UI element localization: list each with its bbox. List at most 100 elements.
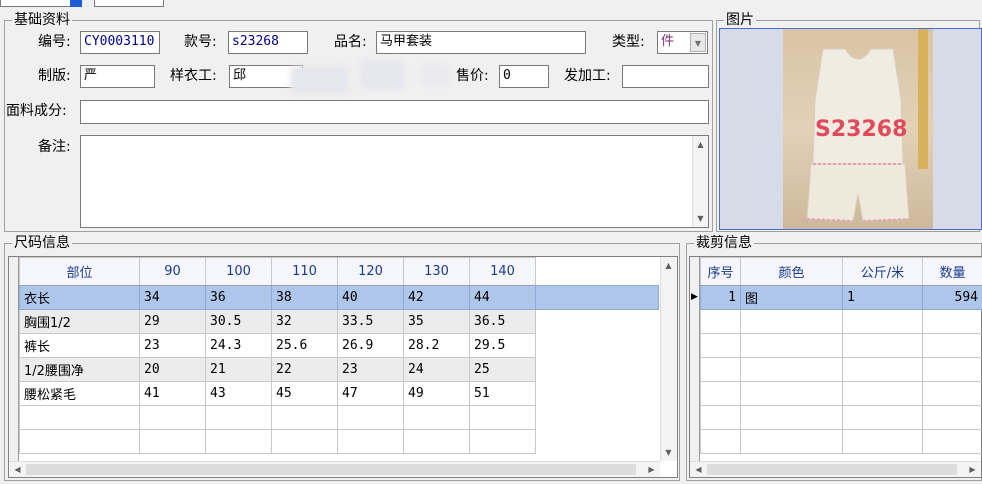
- cell[interactable]: 28.2: [403, 333, 470, 358]
- chevron-down-icon[interactable]: ▼: [690, 33, 706, 52]
- size-scroll-right-icon[interactable]: ▶: [644, 462, 659, 477]
- table-row[interactable]: 胸围1/2 29 30.5 32 33.5 35 36.5: [19, 309, 536, 334]
- cell[interactable]: 47: [337, 381, 404, 406]
- cell[interactable]: 20: [139, 357, 206, 382]
- style-field[interactable]: s23268: [228, 31, 308, 54]
- cell-color[interactable]: 图: [740, 285, 843, 310]
- redacted-area-1: [290, 66, 350, 94]
- sample-worker-label: 样衣工:: [170, 68, 217, 84]
- table-row-empty[interactable]: [700, 333, 982, 358]
- top-tab[interactable]: [94, 0, 164, 7]
- picture-title: 图片: [724, 12, 756, 28]
- cell[interactable]: 40: [337, 285, 404, 310]
- size-scroll-thumb[interactable]: [26, 464, 636, 475]
- size-grid-vscroll[interactable]: [660, 257, 677, 461]
- cell[interactable]: 32: [271, 309, 338, 334]
- cutting-col-kg-per-m[interactable]: 公斤/米: [842, 257, 923, 286]
- table-row-empty[interactable]: [700, 405, 982, 430]
- notes-scroll-up-icon[interactable]: ▲: [693, 137, 708, 152]
- cutting-table: 序号 颜色 公斤/米 数量 1 图 1 594: [700, 257, 982, 454]
- cutting-col-seq[interactable]: 序号: [700, 257, 741, 286]
- size-col-140[interactable]: 140: [469, 257, 536, 286]
- cell[interactable]: 22: [271, 357, 338, 382]
- cell[interactable]: 33.5: [337, 309, 404, 334]
- cell[interactable]: 30.5: [205, 309, 272, 334]
- notes-label: 备注:: [38, 139, 71, 155]
- size-col-100[interactable]: 100: [205, 257, 272, 286]
- cell[interactable]: 41: [139, 381, 206, 406]
- cell[interactable]: 23: [139, 333, 206, 358]
- table-row-empty[interactable]: [700, 309, 982, 334]
- cutting-grid-row-header: [690, 257, 700, 461]
- size-scroll-up-icon[interactable]: ▲: [661, 258, 676, 273]
- size-scroll-left-icon[interactable]: ◀: [10, 462, 25, 477]
- code-label: 编号:: [38, 34, 71, 50]
- cutting-scroll-right-icon[interactable]: ▶: [965, 462, 980, 477]
- price-label: 售价:: [456, 68, 489, 84]
- cell[interactable]: 23: [337, 357, 404, 382]
- cell-qty[interactable]: 594: [922, 285, 982, 310]
- table-row[interactable]: 腰松紧毛 41 43 45 47 49 51: [19, 381, 536, 406]
- notes-scroll-down-icon[interactable]: ▼: [693, 211, 708, 226]
- cell[interactable]: 44: [469, 285, 536, 310]
- top-dropdown-arrow-icon[interactable]: [70, 0, 82, 7]
- cell[interactable]: 21: [205, 357, 272, 382]
- cell[interactable]: 38: [271, 285, 338, 310]
- table-row[interactable]: 1/2腰围净 20 21 22 23 24 25: [19, 357, 536, 382]
- type-value: 件: [661, 34, 675, 49]
- cell[interactable]: 29.5: [469, 333, 536, 358]
- table-row-empty[interactable]: [700, 381, 982, 406]
- pattern-field[interactable]: 严: [80, 65, 155, 88]
- table-row-empty[interactable]: [19, 405, 536, 430]
- table-row[interactable]: 1 图 1 594: [700, 285, 982, 310]
- size-col-110[interactable]: 110: [271, 257, 338, 286]
- type-label: 类型:: [612, 34, 645, 50]
- cell[interactable]: 26.9: [337, 333, 404, 358]
- cell[interactable]: 24: [403, 357, 470, 382]
- cell[interactable]: 49: [403, 381, 470, 406]
- notes-textarea[interactable]: [80, 135, 709, 228]
- cell-kg-per-m[interactable]: 1: [842, 285, 923, 310]
- cell[interactable]: 36.5: [469, 309, 536, 334]
- cell[interactable]: 25: [469, 357, 536, 382]
- cell[interactable]: 25.6: [271, 333, 338, 358]
- cutting-col-color[interactable]: 颜色: [740, 257, 843, 286]
- cell[interactable]: 45: [271, 381, 338, 406]
- cell-part[interactable]: 裤长: [19, 333, 140, 358]
- size-col-130[interactable]: 130: [403, 257, 470, 286]
- cell[interactable]: 51: [469, 381, 536, 406]
- table-row-empty[interactable]: [19, 429, 536, 454]
- cell[interactable]: 36: [205, 285, 272, 310]
- cell[interactable]: 42: [403, 285, 470, 310]
- size-table: 部位 90 100 110 120 130 140 衣长 34 36 38 40…: [19, 257, 536, 454]
- size-col-120[interactable]: 120: [337, 257, 404, 286]
- cutting-col-qty[interactable]: 数量: [922, 257, 982, 286]
- table-row-empty[interactable]: [700, 429, 982, 454]
- size-scroll-down-icon[interactable]: ▼: [661, 445, 676, 460]
- cell-part[interactable]: 胸围1/2: [19, 309, 140, 334]
- cell[interactable]: 29: [139, 309, 206, 334]
- size-col-90[interactable]: 90: [139, 257, 206, 286]
- table-row-empty[interactable]: [700, 357, 982, 382]
- name-field[interactable]: 马甲套装: [376, 31, 586, 54]
- size-header-row: 部位 90 100 110 120 130 140: [19, 257, 536, 286]
- outwork-field[interactable]: [622, 65, 709, 88]
- current-row-indicator-icon: ▶: [691, 292, 698, 302]
- cell[interactable]: 35: [403, 309, 470, 334]
- table-row[interactable]: 裤长 23 24.3 25.6 26.9 28.2 29.5: [19, 333, 536, 358]
- table-row[interactable]: 衣长 34 36 38 40 42 44: [19, 285, 536, 310]
- cell-part[interactable]: 1/2腰围净: [19, 357, 140, 382]
- cell[interactable]: 43: [205, 381, 272, 406]
- code-field[interactable]: CY0003110: [80, 31, 160, 54]
- price-field[interactable]: 0: [499, 65, 549, 88]
- cutting-scroll-thumb[interactable]: [707, 464, 957, 475]
- cell-part[interactable]: 腰松紧毛: [19, 381, 140, 406]
- cell-part[interactable]: 衣长: [19, 285, 140, 310]
- cutting-scroll-left-icon[interactable]: ◀: [691, 462, 706, 477]
- photo-label: S23268: [815, 117, 908, 142]
- cell[interactable]: 34: [139, 285, 206, 310]
- cell-seq[interactable]: 1: [700, 285, 741, 310]
- fabric-field[interactable]: [80, 100, 709, 124]
- cell[interactable]: 24.3: [205, 333, 272, 358]
- size-col-part[interactable]: 部位: [19, 257, 140, 286]
